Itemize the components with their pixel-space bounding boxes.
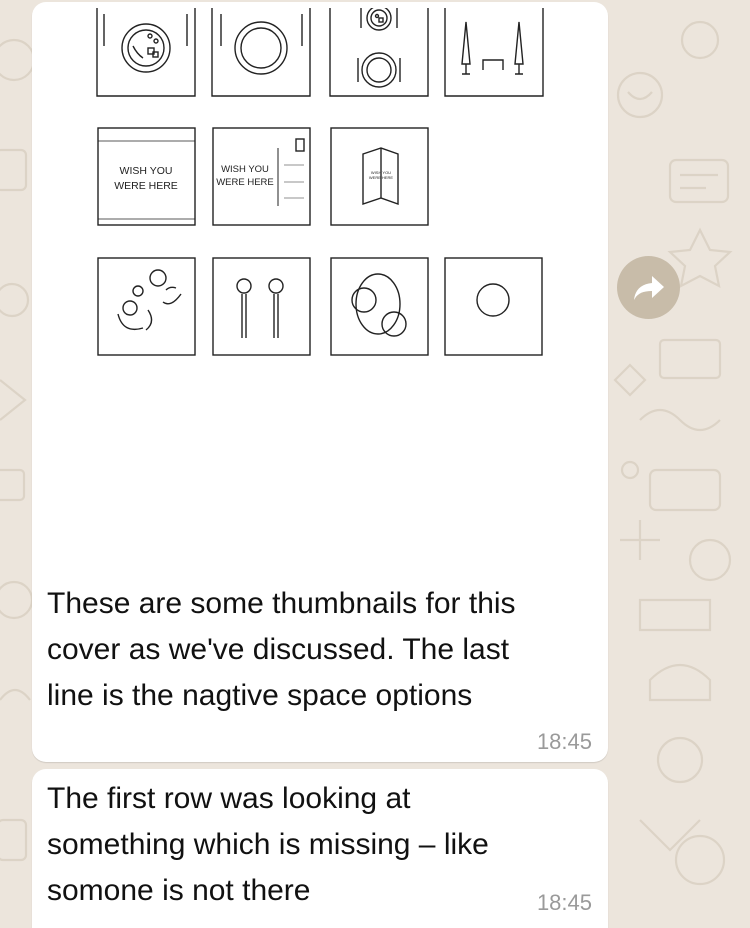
thumb-negative-space-single-circle (444, 257, 543, 356)
postcard-back-text-1: WISH YOU (221, 164, 269, 175)
message-text: The first row was looking at something w… (47, 782, 489, 907)
message-timestamp: 18:45 (536, 729, 592, 754)
message-timestamp: 18:45 (536, 890, 592, 915)
thumbnail-sketches: WISH YOU WERE HERE WISH YOU WERE HERE WI… (96, 8, 544, 356)
postcard-front-text-1: WISH YOU (120, 165, 173, 177)
forward-button[interactable] (617, 256, 680, 319)
thumbnails-image[interactable]: WISH YOU WERE HERE WISH YOU WERE HERE WI… (38, 8, 602, 572)
message-text: These are some thumbnails for this cover… (47, 587, 516, 712)
thumb-plate-with-food (96, 8, 196, 97)
forward-arrow-icon (633, 275, 664, 300)
thumb-negative-space-pins (212, 257, 311, 356)
thumb-two-trees (444, 8, 544, 97)
message-bubble-2[interactable]: The first row was looking at something w… (32, 769, 608, 928)
message-bubble-1[interactable]: WISH YOU WERE HERE WISH YOU WERE HERE WI… (32, 2, 608, 762)
folded-card-text-2: WERE HERE (369, 175, 394, 180)
postcard-back-text-2: WERE HERE (216, 177, 274, 188)
thumb-two-plates (329, 8, 429, 97)
thumb-negative-space-circles-lines (97, 257, 196, 356)
thumb-negative-space-overlapping-circles (330, 257, 429, 356)
postcard-front-text-2: WERE HERE (114, 180, 178, 192)
thumb-empty-plate (211, 8, 311, 97)
